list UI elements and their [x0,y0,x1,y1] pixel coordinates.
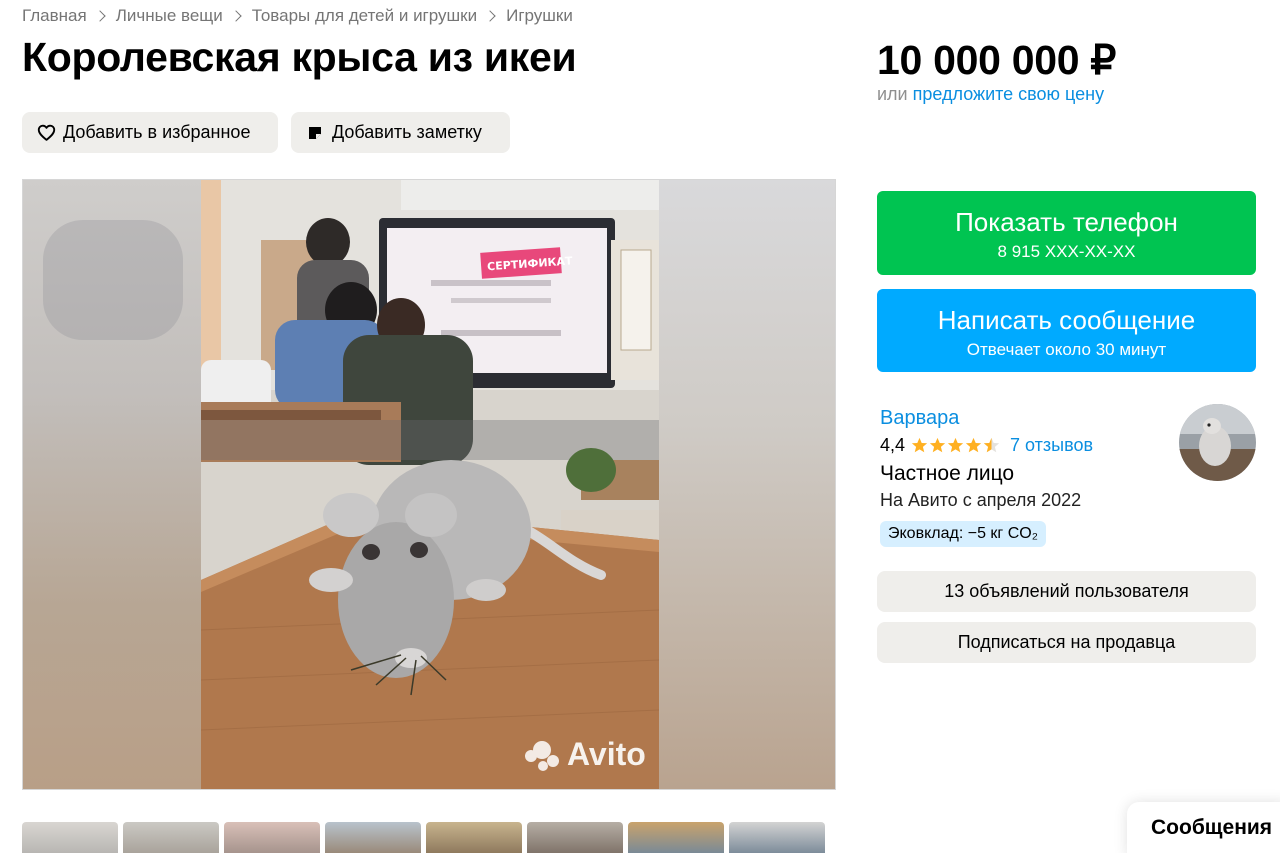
seller-name-link[interactable]: Варвара [880,407,959,430]
star-icon [929,437,946,453]
chevron-right-icon [484,10,496,22]
photo-gallery: СЕРТИФИКАТ Avito [22,179,836,790]
chevron-right-icon [94,10,106,22]
messages-tab[interactable]: Сообщения [1127,802,1280,853]
seller-rating: 4,4 7 отзывов [880,435,1093,456]
write-message-button[interactable]: Написать сообщение Отвечает около 30 мин… [877,289,1256,372]
seller-type: Частное лицо [880,462,1015,485]
price-offer-line: или предложите свою цену [877,84,1104,105]
subscribe-seller-button[interactable]: Подписаться на продавца [877,622,1256,663]
main-photo[interactable]: СЕРТИФИКАТ Avito [201,180,659,789]
add-to-favorites-label: Добавить в избранное [63,122,251,142]
note-icon [305,123,325,143]
heart-icon [36,123,56,143]
breadcrumb: Главная Личные вещи Товары для детей и и… [22,6,573,26]
eco-contribution-badge[interactable]: Эковклад: −5 кг CO₂ [880,521,1046,547]
rating-value: 4,4 [880,435,906,455]
thumbnail[interactable] [527,822,623,853]
seller-since: На Авито с апреля 2022 [880,490,1082,510]
thumbnail[interactable] [426,822,522,853]
seller-avatar[interactable] [1179,404,1256,481]
response-time: Отвечает около 30 минут [966,340,1167,359]
thumbnail[interactable] [123,822,219,853]
gallery-blur-left [23,180,201,789]
price: 10 000 000 ₽ [877,37,1117,83]
add-note-button[interactable]: Добавить заметку [291,112,510,153]
add-to-favorites-button[interactable]: Добавить в избранное [22,112,278,153]
reviews-link[interactable]: 7 отзывов [1010,435,1093,456]
thumbnail[interactable] [224,822,320,853]
thumbnail[interactable] [22,822,118,853]
avito-watermark-label: Avito [567,736,646,772]
show-phone-button[interactable]: Показать телефон 8 915 XXX-XX-XX [877,191,1256,275]
half-star-icon [983,437,1000,453]
breadcrumb-kids-goods[interactable]: Товары для детей и игрушки [252,6,477,26]
page-title: Королевская крыса из икеи [22,34,577,80]
phone-masked: 8 915 XXX-XX-XX [997,242,1136,261]
add-note-label: Добавить заметку [332,122,482,142]
seller-listings-button[interactable]: 13 объявлений пользователя [877,571,1256,612]
offer-price-link[interactable]: предложите свою цену [913,84,1104,104]
gallery-blur-right [657,180,835,789]
rating-stars [911,437,1001,454]
thumbnail[interactable] [325,822,421,853]
star-icon [947,437,964,453]
chevron-right-icon [230,10,242,22]
breadcrumb-home[interactable]: Главная [22,6,87,26]
star-icon [965,437,982,453]
thumbnail-strip [22,822,825,853]
price-or-text: или [877,84,908,104]
show-phone-label: Показать телефон [955,207,1178,237]
star-icon [911,437,928,453]
breadcrumb-toys[interactable]: Игрушки [506,6,573,26]
thumbnail[interactable] [628,822,724,853]
thumbnail[interactable] [729,822,825,853]
breadcrumb-personal-items[interactable]: Личные вещи [116,6,223,26]
write-message-label: Написать сообщение [937,305,1196,335]
